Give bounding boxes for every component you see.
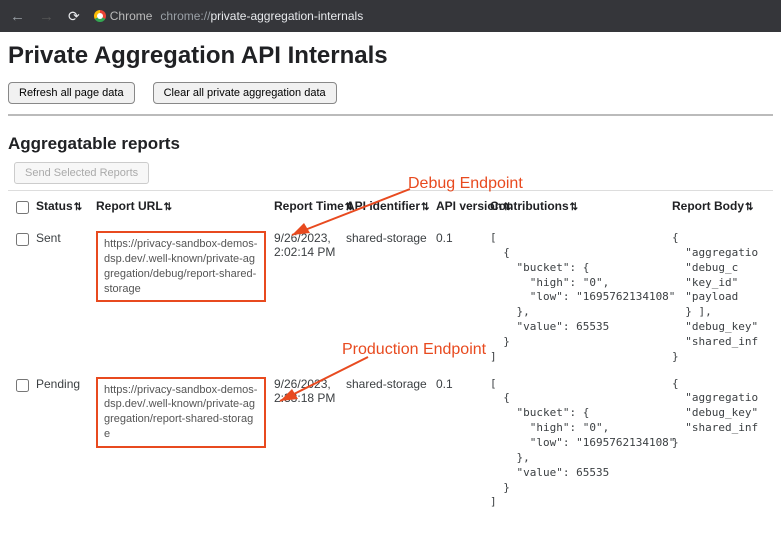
cell-status: Sent xyxy=(32,225,92,371)
clear-button[interactable]: Clear all private aggregation data xyxy=(153,82,337,104)
sort-icon: ⇅ xyxy=(570,202,578,213)
cell-contributions: [ { "bucket": { "high": "0", "low": "169… xyxy=(490,231,664,365)
page-title: Private Aggregation API Internals xyxy=(8,42,773,70)
col-api-identifier[interactable]: API identifier⇅ xyxy=(342,191,432,225)
product-label: Chrome xyxy=(110,9,153,23)
address-bar[interactable]: Chrome chrome://private-aggregation-inte… xyxy=(94,9,363,23)
cell-contributions: [ { "bucket": { "high": "0", "low": "169… xyxy=(490,377,664,511)
col-report-time[interactable]: Report Time⇅ xyxy=(270,191,342,225)
cell-status: Pending xyxy=(32,371,92,517)
col-report-body[interactable]: Report Body⇅ xyxy=(668,191,780,225)
chrome-badge: Chrome xyxy=(94,9,153,23)
section-heading: Aggregatable reports xyxy=(8,134,773,154)
cell-report-body: { "aggregatio "debug_key" "shared_inf } xyxy=(672,377,776,451)
col-status[interactable]: Status⇅ xyxy=(32,191,92,225)
browser-toolbar: ← → ⟳ Chrome chrome://private-aggregatio… xyxy=(0,0,781,32)
reload-icon[interactable]: ⟳ xyxy=(68,8,80,25)
back-icon[interactable]: ← xyxy=(10,8,25,25)
sort-icon: ⇅ xyxy=(421,202,429,213)
table-row: Sent https://privacy-sandbox-demos-dsp.d… xyxy=(8,225,780,371)
cell-api-version: 0.1 xyxy=(432,225,486,371)
url-scheme: chrome:// xyxy=(160,9,210,23)
table-row: Pending https://privacy-sandbox-demos-ds… xyxy=(8,371,780,517)
cell-report-body: { "aggregatio "debug_c "key_id" "payload… xyxy=(672,231,776,365)
cell-api-identifier: shared-storage xyxy=(342,225,432,371)
cell-url: https://privacy-sandbox-demos-dsp.dev/.w… xyxy=(96,231,266,302)
refresh-button[interactable]: Refresh all page data xyxy=(8,82,135,104)
col-contributions[interactable]: Contributions⇅ xyxy=(486,191,668,225)
sort-icon: ⇅ xyxy=(164,202,172,213)
cell-url: https://privacy-sandbox-demos-dsp.dev/.w… xyxy=(96,377,266,448)
col-api-version[interactable]: API version⇅ xyxy=(432,191,486,225)
cell-api-version: 0.1 xyxy=(432,371,486,517)
chrome-icon xyxy=(94,10,106,22)
select-all-checkbox[interactable] xyxy=(16,201,29,214)
send-selected-button[interactable]: Send Selected Reports xyxy=(14,162,149,184)
col-report-url[interactable]: Report URL⇅ xyxy=(92,191,270,225)
cell-api-identifier: shared-storage xyxy=(342,371,432,517)
forward-icon[interactable]: → xyxy=(39,8,54,25)
row-checkbox[interactable] xyxy=(16,233,29,246)
url-path: private-aggregation-internals xyxy=(210,9,363,23)
table-body: Sent https://privacy-sandbox-demos-dsp.d… xyxy=(8,225,780,516)
sort-icon: ⇅ xyxy=(74,202,82,213)
cell-time: 9/26/2023, 2:33:18 PM xyxy=(270,371,342,517)
row-checkbox[interactable] xyxy=(16,379,29,392)
divider xyxy=(8,114,773,116)
reports-table: Status⇅ Report URL⇅ Report Time⇅ API ide… xyxy=(8,191,780,516)
sort-icon: ⇅ xyxy=(745,202,753,213)
cell-time: 9/26/2023, 2:02:14 PM xyxy=(270,225,342,371)
